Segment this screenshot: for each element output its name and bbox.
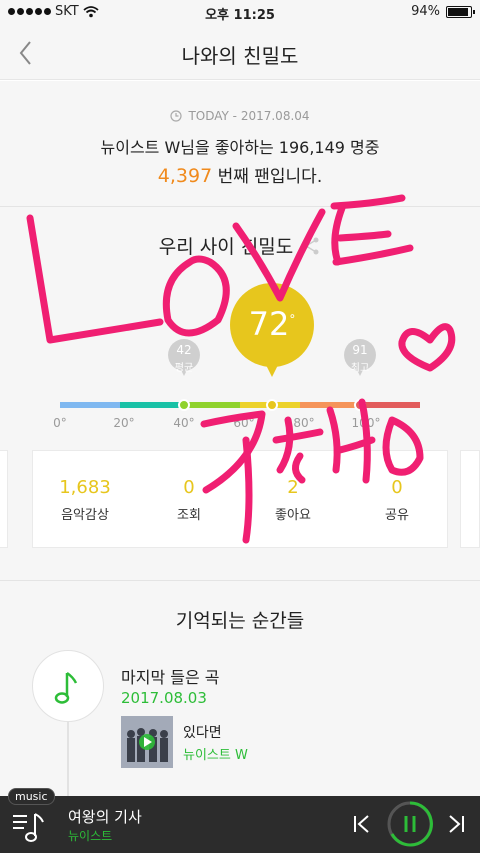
stat-value: 2 — [287, 477, 299, 498]
today-label: TODAY - 2017.08.04 — [188, 109, 310, 123]
intimacy-title-row: 우리 사이 친밀도 — [0, 232, 480, 259]
nav-header: 나와의 친밀도 — [0, 26, 480, 80]
stat-value: 0 — [183, 477, 195, 498]
player-artist[interactable]: 뉴이스트 — [68, 827, 112, 844]
last-played-title: 마지막 들은 곡 — [121, 668, 220, 687]
timeline-line — [67, 720, 69, 798]
average-label: 평균 — [174, 363, 194, 374]
max-knob — [354, 399, 366, 411]
stat-value: 0 — [391, 477, 403, 498]
fan-rank-suffix: 번째 팬입니다. — [212, 167, 323, 187]
album-art[interactable] — [121, 716, 173, 768]
stat-label: 조회 — [177, 508, 201, 523]
clock-icon — [170, 110, 183, 122]
gauge-tick: 0° — [53, 416, 67, 430]
gauge-segment-5 — [300, 402, 360, 408]
gauge-segment-6 — [360, 402, 420, 408]
fan-count-text: 뉴이스트 W님을 좋아하는 196,149 명중 — [100, 138, 380, 157]
fan-rank-text: 4,397 번째 팬입니다. — [0, 162, 480, 187]
previous-track-icon[interactable] — [350, 812, 374, 836]
gauge-segment-2 — [120, 402, 180, 408]
stat-listen: 1,683 음악감상 — [33, 477, 137, 523]
battery-percent: 94% — [411, 4, 440, 19]
stat-shares: 0 공유 — [345, 477, 449, 523]
music-note-icon — [54, 671, 78, 704]
page-title: 나와의 친밀도 — [181, 44, 299, 68]
playlist-icon[interactable] — [10, 806, 50, 846]
stat-label: 음악감상 — [61, 508, 109, 523]
prev-card-edge[interactable] — [0, 450, 8, 548]
music-tag: music — [8, 788, 55, 805]
song-title[interactable]: 있다면 — [183, 722, 222, 742]
player-song-title[interactable]: 여왕의 기사 — [68, 806, 142, 827]
stats-card: 1,683 음악감상 0 조회 2 좋아요 0 공유 — [32, 450, 448, 548]
battery-icon — [446, 5, 475, 18]
last-played-date: 2017.08.03 — [121, 689, 207, 707]
intimacy-score: 72° — [248, 305, 296, 343]
today-row: TODAY - 2017.08.04 — [0, 109, 480, 123]
memories-title: 기억되는 순간들 — [175, 610, 305, 632]
divider — [0, 580, 480, 581]
status-bar: SKT 오후 11:25 94% — [0, 0, 480, 26]
status-right: 94% — [411, 4, 475, 19]
stat-label: 공유 — [385, 508, 409, 523]
next-track-icon[interactable] — [444, 812, 468, 836]
score-knob — [266, 399, 278, 411]
intimacy-title: 우리 사이 친밀도 — [158, 236, 294, 258]
stat-views: 0 조회 — [137, 477, 241, 523]
stat-likes: 2 좋아요 — [241, 477, 345, 523]
music-note-badge — [32, 650, 104, 722]
stat-value: 1,683 — [59, 477, 111, 498]
max-value: 91 — [352, 343, 368, 357]
gauge-tick: 40° — [173, 416, 195, 430]
gauge-tick: 100° — [351, 416, 381, 430]
album-art-image — [121, 716, 173, 768]
next-card-edge[interactable] — [460, 450, 480, 548]
gauge-tick: 20° — [113, 416, 135, 430]
average-value: 42 — [176, 343, 192, 357]
song-artist[interactable]: 뉴이스트 W — [183, 744, 248, 763]
gauge-tick: 60° — [233, 416, 255, 430]
mini-player: music 여왕의 기사 뉴이스트 — [0, 788, 480, 853]
pause-button[interactable] — [386, 800, 434, 848]
gauge-tick: 80° — [293, 416, 315, 430]
stat-label: 좋아요 — [275, 508, 311, 523]
average-knob — [178, 399, 190, 411]
gauge-segment-1 — [60, 402, 120, 408]
divider — [0, 206, 480, 207]
share-icon[interactable] — [301, 236, 321, 256]
max-label: 최고 — [350, 363, 370, 374]
status-time: 오후 11:25 — [205, 8, 275, 23]
fan-rank-number: 4,397 — [157, 165, 213, 187]
